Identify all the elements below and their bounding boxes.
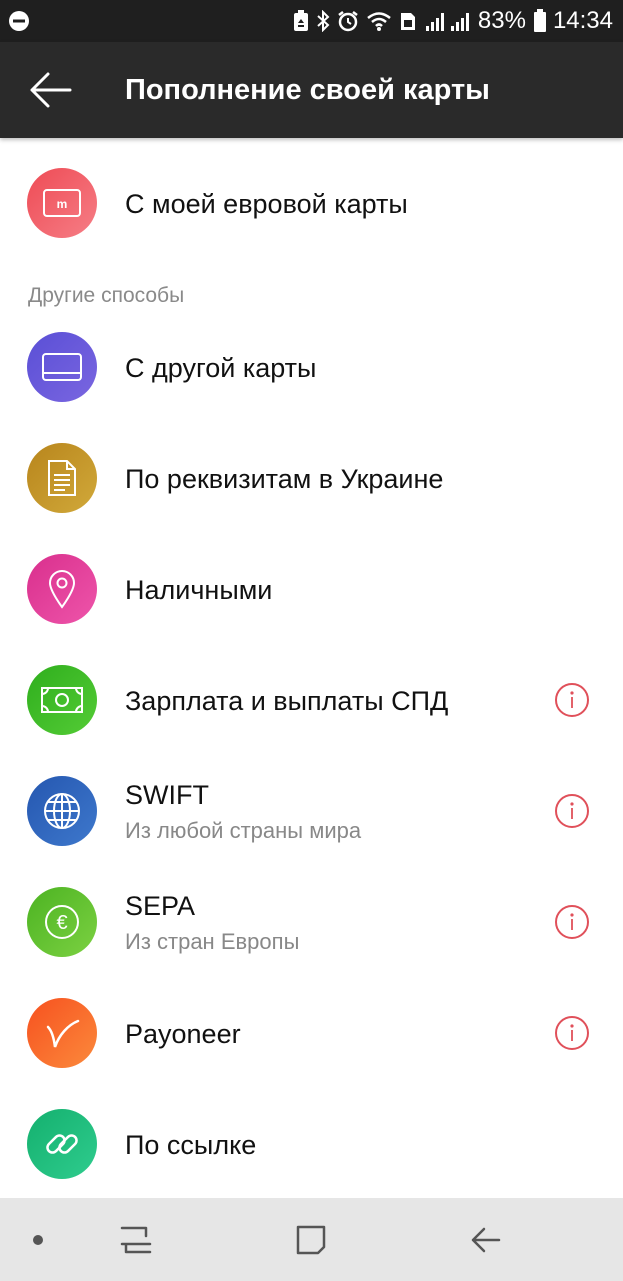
alarm-icon (337, 10, 359, 32)
method-label: Наличными (125, 575, 273, 605)
method-link[interactable]: По ссылке (0, 1089, 623, 1199)
sim-icon (399, 10, 417, 32)
signal-icon (424, 10, 472, 32)
section-label-other-methods: Другие способы (28, 284, 185, 307)
home-icon (296, 1225, 326, 1254)
globe-icon (27, 776, 97, 846)
battery-percent: 83% (477, 7, 526, 34)
home-button[interactable] (280, 1198, 342, 1281)
recent-apps-button[interactable] (105, 1198, 167, 1281)
payoneer-icon (27, 998, 97, 1068)
own-card-label: С моей евровой карты (125, 189, 408, 219)
method-salary[interactable]: Зарплата и выплаты СПД (0, 645, 623, 755)
info-icon (570, 802, 574, 819)
svg-text:€: € (56, 912, 67, 934)
dot-icon (33, 1234, 43, 1245)
method-label: По реквизитам в Украине (125, 464, 444, 494)
app-bar: Пополнение своей карты (0, 42, 623, 138)
back-button[interactable] (28, 70, 72, 110)
recent-apps-icon (120, 1226, 152, 1253)
euro-icon: € (27, 887, 97, 957)
location-pin-icon (27, 554, 97, 624)
status-time: 14:34 (552, 7, 613, 34)
status-bar: 83% 14:34 (0, 0, 623, 42)
info-button[interactable] (555, 683, 589, 717)
wifi-icon (366, 10, 392, 32)
method-label: Payoneer (125, 1019, 241, 1049)
banknote-icon (27, 665, 97, 735)
method-other-card[interactable]: С другой карты (0, 312, 623, 422)
method-label: SWIFT (125, 780, 209, 810)
info-icon (570, 691, 574, 708)
svg-text:m: m (57, 197, 68, 211)
nav-dot-button[interactable] (20, 1198, 56, 1281)
nav-back-button[interactable] (454, 1198, 516, 1281)
method-sepa[interactable]: € SEPA Из стран Европы (0, 867, 623, 977)
info-icon (570, 913, 574, 930)
system-nav-bar (0, 1198, 623, 1281)
back-icon (471, 1227, 501, 1252)
card-m-icon: m (27, 168, 97, 238)
info-button[interactable] (555, 794, 589, 828)
info-button[interactable] (555, 905, 589, 939)
method-label: SEPA (125, 891, 196, 921)
method-label: С другой карты (125, 353, 317, 383)
method-requisites[interactable]: По реквизитам в Украине (0, 423, 623, 533)
recycle-battery-icon (293, 10, 309, 32)
page-title: Пополнение своей карты (125, 74, 490, 106)
method-subtitle: Из любой страны мира (125, 818, 362, 843)
method-label: По ссылке (125, 1130, 257, 1160)
method-swift[interactable]: SWIFT Из любой страны мира (0, 756, 623, 866)
bluetooth-icon (316, 10, 330, 32)
method-label: Зарплата и выплаты СПД (125, 686, 449, 716)
circle-minus-icon (8, 10, 30, 37)
info-button[interactable] (555, 1016, 589, 1050)
method-payoneer[interactable]: Payoneer (0, 978, 623, 1088)
card-icon (27, 332, 97, 402)
arrow-left-icon (30, 72, 72, 108)
document-icon (27, 443, 97, 513)
info-icon (570, 1024, 574, 1041)
battery-icon (533, 9, 547, 33)
own-euro-card-item[interactable]: m С моей евровой карты (0, 148, 623, 258)
method-cash[interactable]: Наличными (0, 534, 623, 644)
link-icon (27, 1109, 97, 1179)
method-subtitle: Из стран Европы (125, 929, 300, 954)
